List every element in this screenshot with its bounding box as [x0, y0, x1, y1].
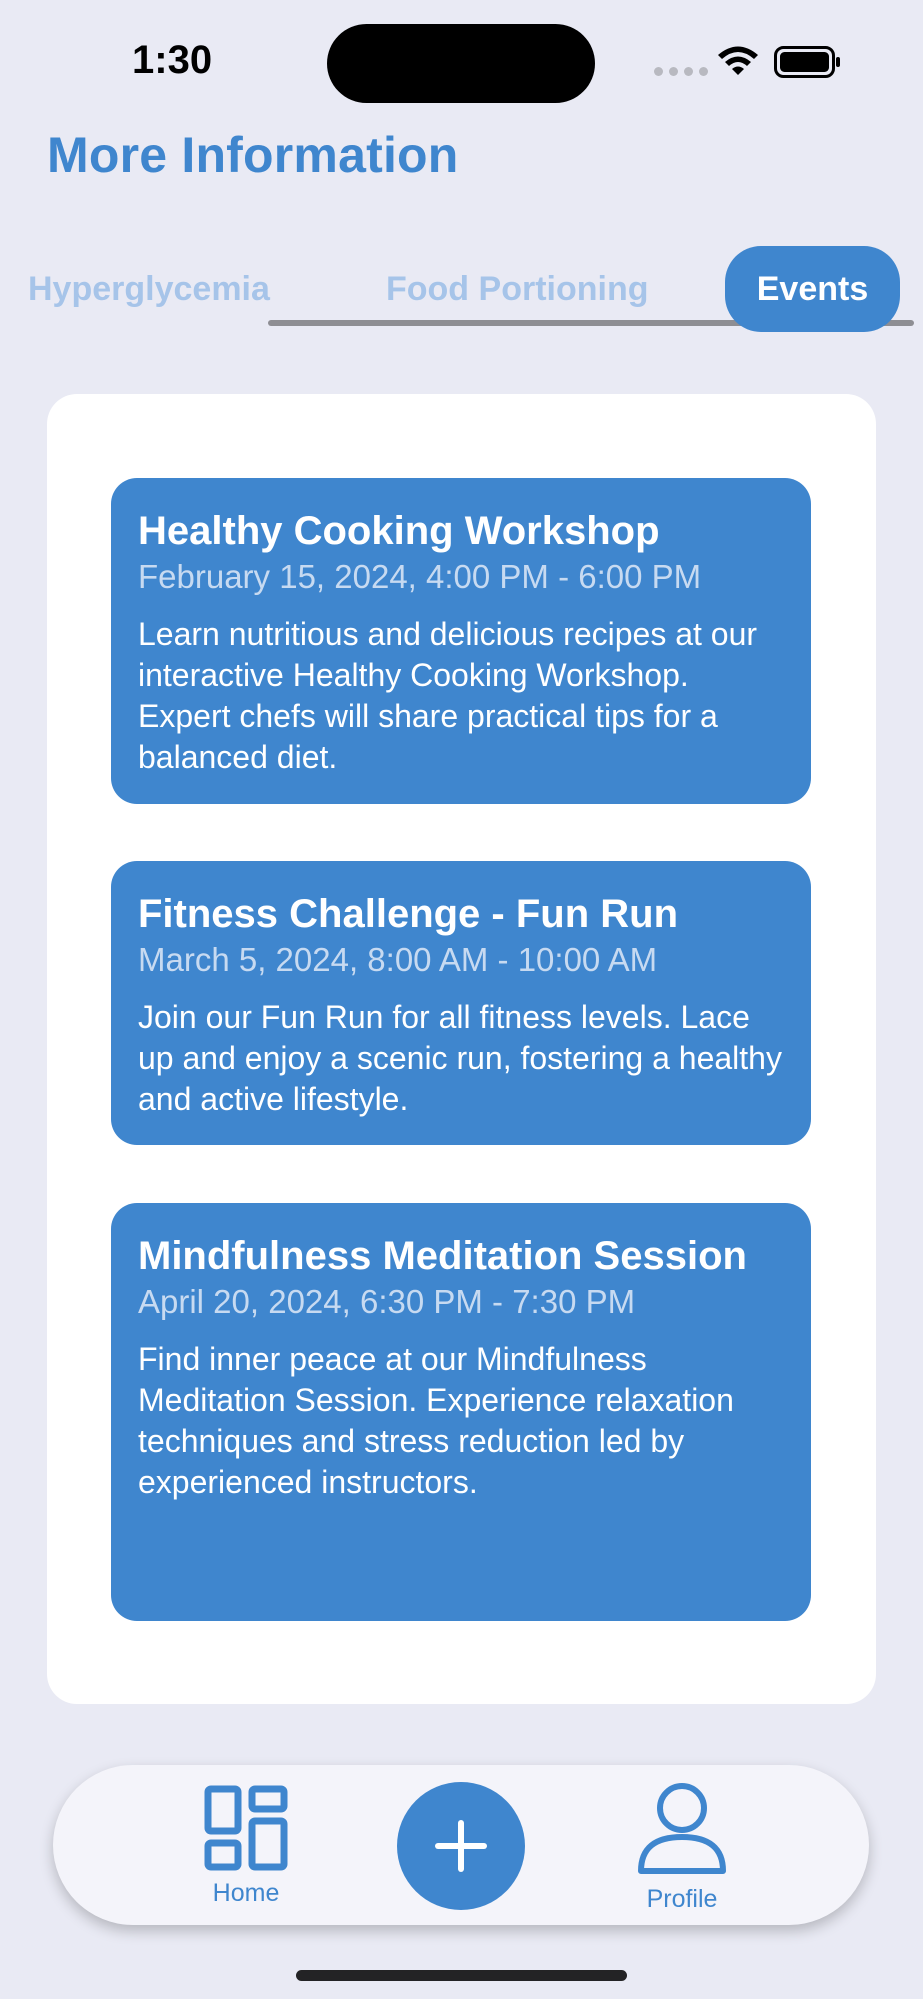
event-title: Mindfulness Meditation Session	[138, 1234, 747, 1278]
status-bar: 1:30	[0, 0, 923, 120]
home-grid-icon	[204, 1785, 288, 1871]
event-title: Fitness Challenge - Fun Run	[138, 892, 679, 936]
tab-strip: Hyperglycemia Food Portioning Events	[0, 246, 923, 336]
event-description: Find inner peace at our Mindfulness Medi…	[138, 1341, 734, 1500]
page-title: More Information	[47, 127, 459, 183]
event-date: February 15, 2024, 4:00 PM - 6:00 PM	[138, 558, 702, 595]
event-card[interactable]: Mindfulness Meditation Session April 20,…	[111, 1203, 811, 1621]
dynamic-island	[327, 24, 595, 103]
event-card[interactable]: Healthy Cooking Workshop February 15, 20…	[111, 478, 811, 804]
tab-hyperglycemia[interactable]: Hyperglycemia	[28, 246, 270, 332]
event-card[interactable]: Fitness Challenge - Fun Run March 5, 202…	[111, 861, 811, 1145]
nav-profile-label: Profile	[646, 1885, 718, 1913]
event-title: Healthy Cooking Workshop	[138, 509, 660, 553]
signal-icon	[654, 67, 708, 76]
plus-icon	[435, 1820, 487, 1872]
event-date: April 20, 2024, 6:30 PM - 7:30 PM	[138, 1283, 636, 1320]
event-description: Learn nutritious and delicious recipes a…	[138, 616, 758, 775]
person-icon	[638, 1783, 726, 1874]
bottom-tab-bar: Home Profile	[53, 1765, 869, 1925]
add-button[interactable]	[397, 1782, 525, 1910]
battery-icon	[774, 46, 840, 78]
wifi-icon	[718, 46, 758, 75]
nav-profile-button[interactable]: Profile	[627, 1781, 737, 1921]
nav-home-button[interactable]: Home	[201, 1785, 291, 1915]
event-description: Join our Fun Run for all fitness levels.…	[138, 999, 782, 1117]
status-time: 1:30	[132, 38, 213, 82]
nav-home-label: Home	[212, 1879, 280, 1907]
home-indicator[interactable]	[296, 1970, 627, 1981]
event-date: March 5, 2024, 8:00 AM - 10:00 AM	[138, 941, 658, 978]
tab-events[interactable]: Events	[725, 246, 900, 332]
